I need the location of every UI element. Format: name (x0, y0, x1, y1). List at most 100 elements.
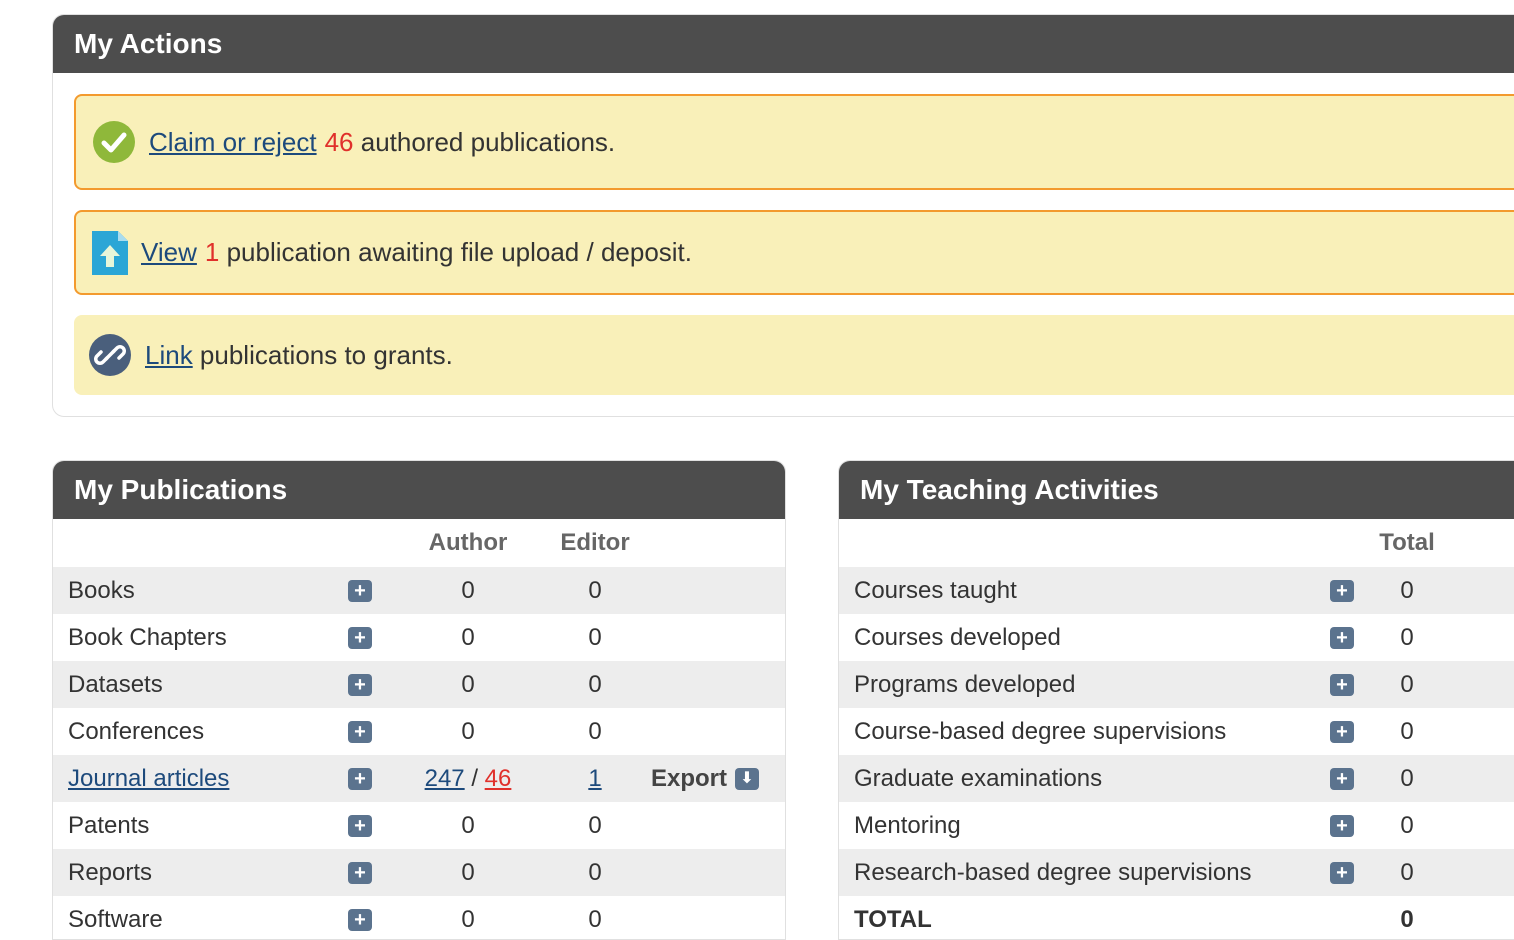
total-count: 0 (1400, 623, 1414, 651)
claim-or-reject-link[interactable]: Claim or reject (149, 127, 317, 158)
author-count-link[interactable]: 247 (425, 765, 465, 792)
link-grants-link[interactable]: Link (145, 340, 193, 371)
total-count: 0 (1400, 811, 1414, 839)
upload-alert: View 1 publication awaiting file upload … (74, 210, 1514, 295)
teaching-header-row: Total (839, 519, 1514, 567)
editor-count: 0 (539, 661, 651, 708)
table-row: Programs developed + 0 (839, 661, 1514, 708)
editor-count: 0 (588, 905, 602, 933)
claim-count: 46 (324, 126, 354, 157)
row-label: Book Chapters (68, 623, 227, 651)
add-icon[interactable]: + (348, 768, 372, 791)
row-label: Courses developed (854, 623, 1061, 651)
my-actions-header: My Actions (53, 15, 1514, 73)
editor-column-header: Editor (560, 529, 630, 556)
export-button[interactable]: Export ⬇ (651, 755, 785, 802)
row-label: Course-based degree supervisions (854, 717, 1227, 745)
row-label: Programs developed (839, 661, 1317, 708)
my-teaching-panel: My Teaching Activities Total Courses tau… (838, 460, 1514, 940)
add-icon[interactable]: + (1330, 674, 1354, 697)
add-icon[interactable]: + (1330, 721, 1354, 744)
total-row: TOTAL 0 (839, 896, 1514, 939)
table-row: Course-based degree supervisions + 0 (839, 708, 1514, 755)
total-count: 0 (1367, 849, 1447, 896)
table-row: Book Chapters + 0 0 (53, 614, 785, 661)
table-row: Research-based degree supervisions + 0 (839, 849, 1514, 896)
upload-text: publication awaiting file upload / depos… (219, 237, 693, 267)
my-teaching-header: My Teaching Activities (839, 461, 1514, 519)
publications-table: Author Editor Books + 0 0 Book Chapters … (53, 519, 785, 939)
table-row: Conferences + 0 0 (53, 708, 785, 755)
total-count: 0 (1400, 717, 1414, 745)
author-count: 0 (397, 661, 539, 708)
add-icon[interactable]: + (1330, 580, 1354, 603)
teaching-table: Total Courses taught + 0 Courses develop… (839, 519, 1514, 939)
download-icon: ⬇ (735, 768, 760, 791)
link-grants-text: publications to grants. (192, 339, 453, 370)
add-icon[interactable]: + (348, 909, 372, 932)
editor-count: 0 (588, 717, 602, 745)
author-count: 0 (461, 905, 475, 933)
editor-count: 0 (588, 623, 602, 651)
row-label: Conferences (68, 717, 205, 745)
my-publications-panel: My Publications Author Editor Books + 0 … (52, 460, 786, 940)
claim-text: authored publications. (353, 126, 616, 157)
add-icon[interactable]: + (348, 815, 372, 838)
table-row: Courses taught + 0 (839, 567, 1514, 614)
add-icon[interactable]: + (348, 627, 372, 650)
add-icon[interactable]: + (1330, 627, 1354, 650)
view-upload-link[interactable]: View (141, 237, 197, 268)
row-label: Books (53, 567, 323, 614)
publications-header-row: Author Editor (53, 519, 785, 567)
row-label: Research-based degree supervisions (839, 849, 1317, 896)
add-icon[interactable]: + (1330, 862, 1354, 885)
add-icon[interactable]: + (1330, 815, 1354, 838)
file-upload-icon (92, 230, 128, 275)
author-count: 0 (461, 717, 475, 745)
pending-count-link[interactable]: 46 (485, 765, 512, 792)
total-count: 0 (1367, 661, 1447, 708)
export-label: Export (651, 764, 728, 792)
author-count: 0 (397, 849, 539, 896)
editor-count: 0 (539, 567, 651, 614)
add-icon[interactable]: + (348, 674, 372, 697)
my-actions-panel: My Actions Claim or reject 46 authored p… (52, 14, 1514, 417)
author-count: 0 (461, 811, 475, 839)
total-column-header: Total (1379, 529, 1435, 556)
table-row: Reports + 0 0 (53, 849, 785, 896)
claim-alert: Claim or reject 46 authored publications… (74, 94, 1514, 190)
author-count: 0 (397, 567, 539, 614)
table-row: Books + 0 0 (53, 567, 785, 614)
row-label: Courses taught (839, 567, 1317, 614)
table-row: Datasets + 0 0 (53, 661, 785, 708)
link-grants-alert: Link publications to grants. (74, 315, 1514, 395)
row-label: Software (68, 905, 163, 933)
add-icon[interactable]: + (1330, 768, 1354, 791)
add-icon[interactable]: + (348, 721, 372, 744)
row-label: Graduate examinations (839, 755, 1317, 802)
table-row: Software + 0 0 (53, 896, 785, 939)
add-icon[interactable]: + (348, 580, 372, 603)
grand-total: 0 (1400, 905, 1414, 933)
editor-count: 0 (588, 811, 602, 839)
total-count: 0 (1367, 755, 1447, 802)
row-label: Reports (53, 849, 323, 896)
row-label: Patents (68, 811, 150, 839)
my-publications-header: My Publications (53, 461, 785, 519)
chain-link-icon (88, 333, 132, 377)
table-row: Journal articles + 247 / 46 1 Export ⬇ (53, 755, 785, 802)
total-label: TOTAL (854, 905, 932, 933)
total-count: 0 (1367, 567, 1447, 614)
journal-articles-link[interactable]: Journal articles (68, 765, 229, 792)
row-label: Datasets (53, 661, 323, 708)
table-row: Mentoring + 0 (839, 802, 1514, 849)
table-row: Patents + 0 0 (53, 802, 785, 849)
editor-count-link[interactable]: 1 (588, 765, 601, 792)
row-label: Mentoring (854, 811, 961, 839)
check-circle-icon (92, 120, 136, 164)
upload-count: 1 (204, 237, 220, 267)
author-count: 0 (461, 623, 475, 651)
count-separator: / (464, 764, 485, 792)
author-column-header: Author (428, 529, 508, 556)
add-icon[interactable]: + (348, 862, 372, 885)
